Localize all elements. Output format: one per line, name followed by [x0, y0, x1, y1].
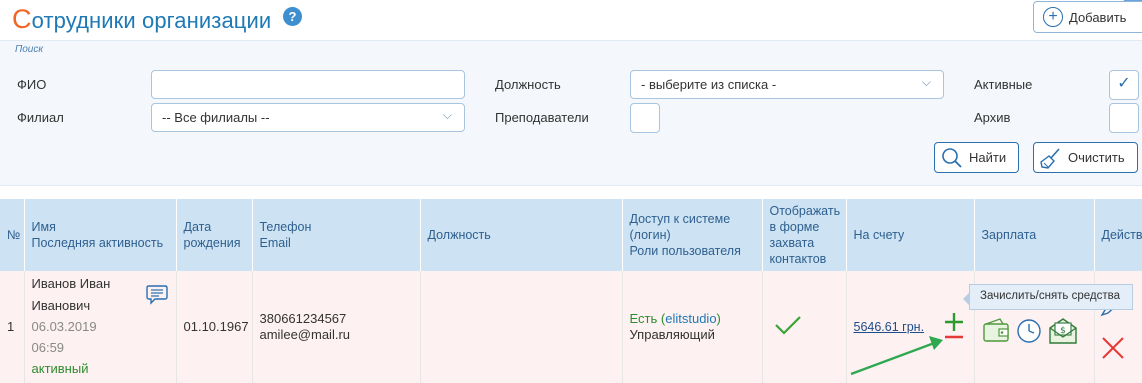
archive-label: Архив	[974, 110, 1011, 125]
position-select[interactable]: - выберите из списка - ⌵	[630, 70, 944, 99]
phone-value: 380661234567	[259, 311, 347, 326]
col-dob[interactable]: Дата рождения	[176, 199, 253, 271]
help-icon[interactable]: ?	[283, 7, 302, 26]
cell-access: Есть (elitstudio) Управляющий	[622, 271, 763, 383]
col-salary: Зарплата	[974, 199, 1095, 271]
col-capture: Отображать в форме захвата контактов	[762, 199, 847, 271]
chevron-down-icon: ⌵	[442, 108, 452, 122]
active-checkbox[interactable]: ✓	[1109, 70, 1139, 100]
login-link[interactable]: elitstudio	[665, 311, 716, 326]
comment-icon[interactable]	[145, 284, 168, 306]
cell-contacts: 380661234567 amilee@mail.ru	[252, 271, 421, 383]
cell-num: 1	[0, 271, 25, 383]
clear-button-label: Очистить	[1068, 150, 1125, 165]
search-panel: Поиск ФИО Филиал -- Все филиалы -- ⌵ Дол…	[0, 40, 1142, 186]
cell-dob: 01.10.1967	[176, 271, 253, 383]
plus-circle-icon: +	[1043, 7, 1063, 27]
wallet-icon[interactable]	[982, 318, 1010, 344]
find-button-label: Найти	[969, 150, 1007, 165]
last-activity-date: 06.03.2019	[31, 319, 97, 334]
add-button-label: Добавить	[1069, 9, 1127, 25]
table-header-row: № Имя Последняя активность Дата рождения Т…	[0, 199, 1142, 271]
branch-select-value: -- Все филиалы --	[162, 110, 270, 125]
clock-icon[interactable]	[1016, 318, 1042, 344]
status-label: активный	[31, 361, 89, 376]
teachers-checkbox[interactable]	[630, 103, 660, 133]
title-initial: С	[12, 4, 32, 34]
col-phone[interactable]: Телефон Email	[252, 199, 421, 271]
archive-checkbox[interactable]	[1109, 103, 1139, 133]
col-name[interactable]: Имя Последняя активность	[24, 199, 177, 271]
annotation-arrow-icon	[850, 336, 943, 376]
clear-button[interactable]: Очистить	[1033, 142, 1138, 173]
search-panel-title: Поиск	[15, 44, 44, 55]
col-balance[interactable]: На счету	[846, 199, 975, 271]
broom-icon	[1040, 147, 1060, 169]
check-icon[interactable]	[774, 314, 802, 336]
svg-text:$: $	[1060, 326, 1066, 336]
add-employee-button[interactable]: + Добавить	[1033, 1, 1142, 33]
cell-name: Иванов Иван Иванович 06.03.2019 06:59 ак…	[24, 271, 177, 383]
access-value: Есть	[629, 311, 658, 326]
delete-icon[interactable]	[1100, 335, 1126, 361]
money-envelope-icon[interactable]: $	[1048, 317, 1078, 345]
last-activity-time: 06:59	[31, 340, 65, 355]
page: Сотрудники организации ? + Добавить Поис…	[0, 0, 1142, 383]
email-value: amilee@mail.ru	[259, 327, 351, 342]
col-num: №	[0, 199, 25, 271]
title-text: отрудники организации	[31, 8, 272, 33]
branch-select[interactable]: -- Все филиалы -- ⌵	[151, 103, 465, 132]
teachers-label: Преподаватели	[495, 110, 589, 125]
position-select-value: - выберите из списка -	[641, 77, 777, 92]
role-value: Управляющий	[629, 327, 715, 342]
chevron-down-icon: ⌵	[921, 75, 931, 89]
active-label: Активные	[974, 77, 1033, 92]
tooltip: Зачислить/снять средства	[963, 284, 1133, 310]
search-icon	[942, 147, 962, 168]
check-icon: ✓	[1117, 75, 1131, 92]
branch-label: Филиал	[17, 110, 64, 125]
fio-label: ФИО	[17, 77, 47, 92]
fio-input[interactable]	[151, 70, 465, 99]
col-actions: Действия	[1094, 199, 1142, 271]
page-title: Сотрудники организации	[12, 4, 271, 35]
col-position[interactable]: Должность	[420, 199, 623, 271]
cell-position	[420, 271, 623, 383]
find-button[interactable]: Найти	[934, 142, 1019, 173]
col-access[interactable]: Доступ к системе (логин) Роли пользователя	[622, 199, 763, 271]
position-label: Должность	[495, 77, 561, 92]
cell-capture	[762, 271, 847, 383]
